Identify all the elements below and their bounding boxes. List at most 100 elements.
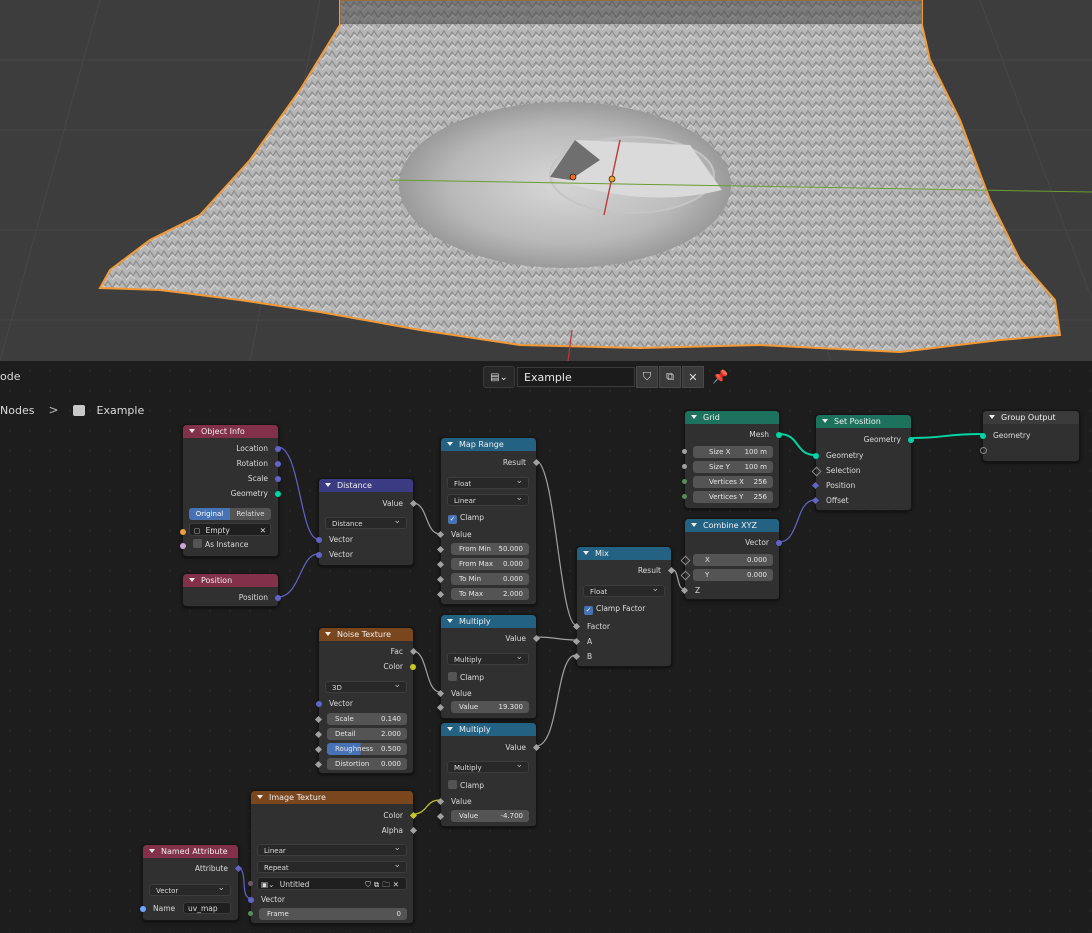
empty-input-socket[interactable]: [980, 447, 987, 454]
distortion-field[interactable]: Distortion 0.000: [327, 758, 407, 770]
to-max-field[interactable]: To Max 2.000: [451, 588, 529, 600]
input-socket[interactable]: [316, 700, 322, 707]
output-socket[interactable]: [275, 445, 281, 452]
input-socket[interactable]: [680, 586, 689, 594]
socket-value-out[interactable]: Value: [441, 740, 541, 755]
node-header[interactable]: Object Info: [183, 425, 278, 438]
node-tree-browse-button[interactable]: ▤⌄: [483, 366, 515, 388]
as-instance-socket[interactable]: [180, 543, 186, 549]
clamp-factor-row[interactable]: ✓ Clamp Factor: [584, 604, 645, 615]
node-noise-texture[interactable]: Noise Texture Fac Color 3D Vector Scale 0…: [314, 627, 418, 774]
as-instance-row[interactable]: As Instance: [183, 537, 278, 552]
input-socket[interactable]: [248, 911, 253, 916]
data-type-dropdown[interactable]: Float: [447, 475, 529, 489]
node-header[interactable]: Group Output: [983, 411, 1079, 424]
socket-z[interactable]: Z: [680, 583, 779, 598]
operation-dropdown[interactable]: Multiply: [447, 759, 529, 773]
socket-factor[interactable]: Factor: [572, 619, 671, 634]
dimensions-dropdown[interactable]: 3D: [325, 679, 407, 693]
node-named-attribute[interactable]: Named Attribute Attribute Vector Name uv…: [140, 844, 243, 921]
clamp-checkbox[interactable]: ✓: [448, 515, 457, 524]
output-socket[interactable]: [776, 431, 782, 438]
input-socket[interactable]: [813, 452, 819, 459]
socket-position[interactable]: Position: [183, 590, 281, 605]
socket-vector-in[interactable]: Vector: [248, 892, 413, 907]
socket-value-out[interactable]: Value: [319, 496, 418, 511]
socket-value-out[interactable]: Value: [441, 631, 541, 646]
from-min-field[interactable]: From Min 50.000: [451, 543, 529, 555]
object-field[interactable]: ◻ Empty ✕: [189, 523, 271, 536]
node-header[interactable]: Map Range: [441, 438, 536, 451]
datablock-name-field[interactable]: Example: [517, 367, 635, 387]
image-actions-icons[interactable]: ⛉⧉🗀✕: [365, 878, 402, 891]
vertices-x-field[interactable]: Vertices X 256: [693, 476, 773, 488]
node-header[interactable]: Named Attribute: [143, 845, 238, 858]
scale-field[interactable]: Scale 0.140: [327, 713, 407, 725]
input-socket[interactable]: [436, 689, 445, 697]
socket-selection[interactable]: Selection: [811, 463, 911, 478]
node-mix[interactable]: Mix Result Float ✓Clamp Factor Factor A …: [572, 546, 676, 667]
socket-offset[interactable]: Offset: [811, 493, 911, 508]
node-header[interactable]: Multiply: [441, 615, 536, 628]
operation-dropdown[interactable]: Multiply: [447, 651, 529, 665]
input-socket[interactable]: [682, 494, 687, 499]
socket-result[interactable]: Result: [441, 455, 541, 470]
node-header[interactable]: Set Position: [816, 415, 911, 428]
node-group-output[interactable]: Group Output Geometry: [980, 410, 1080, 462]
name-field[interactable]: uv_map: [183, 902, 231, 914]
socket-mesh[interactable]: Mesh: [685, 427, 782, 442]
editor-mode-label[interactable]: ode: [0, 370, 20, 383]
socket-geometry-out[interactable]: Geometry: [816, 432, 914, 447]
socket-geometry-in[interactable]: Geometry: [980, 428, 1079, 443]
clamp-factor-checkbox[interactable]: ✓: [584, 606, 593, 615]
output-socket[interactable]: [275, 460, 281, 467]
close-icon[interactable]: ✕: [682, 366, 704, 388]
input-socket[interactable]: [682, 479, 687, 484]
node-multiply-1[interactable]: Multiply Value Multiply Clamp Value Valu…: [436, 614, 541, 719]
vertices-y-field[interactable]: Vertices Y 256: [693, 491, 773, 503]
socket-result[interactable]: Result: [577, 563, 676, 578]
interpolation-dropdown[interactable]: Linear: [447, 492, 529, 506]
duplicate-icon[interactable]: ⧉: [659, 366, 681, 388]
input-socket[interactable]: [436, 530, 445, 538]
input-socket[interactable]: [682, 449, 687, 454]
socket-color[interactable]: Color: [319, 659, 416, 674]
pin-icon[interactable]: 📌: [712, 370, 728, 385]
value-field[interactable]: Value -4.700: [451, 810, 529, 822]
output-socket[interactable]: [410, 663, 416, 670]
output-socket[interactable]: [275, 475, 281, 482]
detail-field[interactable]: Detail 2.000: [327, 728, 407, 740]
frame-field[interactable]: Frame 0: [259, 908, 407, 920]
node-header[interactable]: Position: [183, 574, 278, 587]
input-socket[interactable]: [140, 905, 146, 912]
input-socket[interactable]: [316, 551, 322, 558]
input-socket[interactable]: [980, 432, 986, 439]
socket-position[interactable]: Position: [811, 478, 911, 493]
from-max-field[interactable]: From Max 0.000: [451, 558, 529, 570]
clamp-checkbox[interactable]: [448, 780, 457, 789]
node-multiply-2[interactable]: Multiply Value Multiply Clamp Value Valu…: [436, 722, 541, 827]
input-socket[interactable]: [811, 481, 820, 489]
image-socket[interactable]: [248, 881, 253, 886]
input-socket[interactable]: [248, 896, 254, 903]
node-combine-xyz[interactable]: Combine XYZ Vector X 0.000 Y 0.000 Z: [680, 518, 782, 600]
value-field[interactable]: Value 19.300: [451, 701, 529, 713]
original-option[interactable]: Original: [189, 508, 230, 520]
socket-rotation[interactable]: Rotation: [183, 456, 281, 471]
clamp-checkbox[interactable]: [448, 672, 457, 681]
socket-vector-in[interactable]: Vector: [316, 696, 413, 711]
input-socket[interactable]: [572, 637, 581, 645]
as-instance-checkbox[interactable]: [193, 539, 202, 548]
input-socket[interactable]: [811, 496, 820, 504]
image-selector[interactable]: ▣⌄ Untitled ⛉⧉🗀✕: [257, 877, 407, 890]
data-type-dropdown[interactable]: Float: [583, 583, 665, 597]
socket-value-in[interactable]: Value: [436, 527, 536, 542]
socket-geometry-in[interactable]: Geometry: [813, 448, 911, 463]
node-header[interactable]: Image Texture: [251, 791, 413, 804]
node-header[interactable]: Noise Texture: [319, 628, 413, 641]
node-distance[interactable]: Distance Value Distance Vector Vector: [316, 478, 418, 566]
x-field[interactable]: X 0.000: [693, 554, 773, 566]
fake-user-shield-icon[interactable]: ⛉: [636, 366, 658, 388]
socket-a[interactable]: A: [572, 634, 671, 649]
image-icon[interactable]: ▣⌄: [261, 880, 274, 889]
